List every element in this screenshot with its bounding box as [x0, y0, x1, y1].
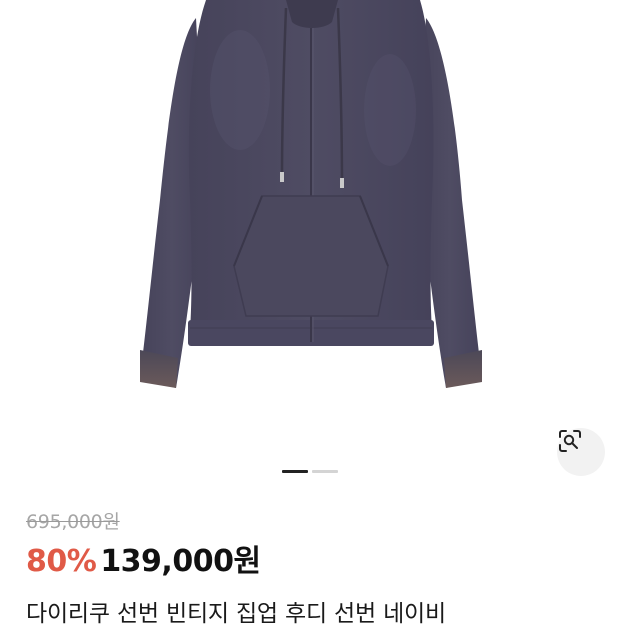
price-row: 80% 139,000원: [26, 536, 261, 580]
hoodie-photo: [140, 0, 482, 388]
product-title: 다이리쿠 선번 빈티지 집업 후디 선번 네이비: [26, 601, 446, 627]
lens-search-icon: [559, 430, 581, 452]
original-price: 695,000원: [26, 511, 120, 533]
carousel-dot-active[interactable]: [282, 470, 308, 473]
discount-rate: 80%: [26, 544, 97, 579]
lens-search-button[interactable]: [557, 428, 605, 476]
sale-price: 139,000원: [100, 544, 261, 579]
carousel-indicator: [282, 470, 340, 473]
product-image[interactable]: [0, 0, 620, 476]
carousel-dot[interactable]: [312, 470, 338, 473]
